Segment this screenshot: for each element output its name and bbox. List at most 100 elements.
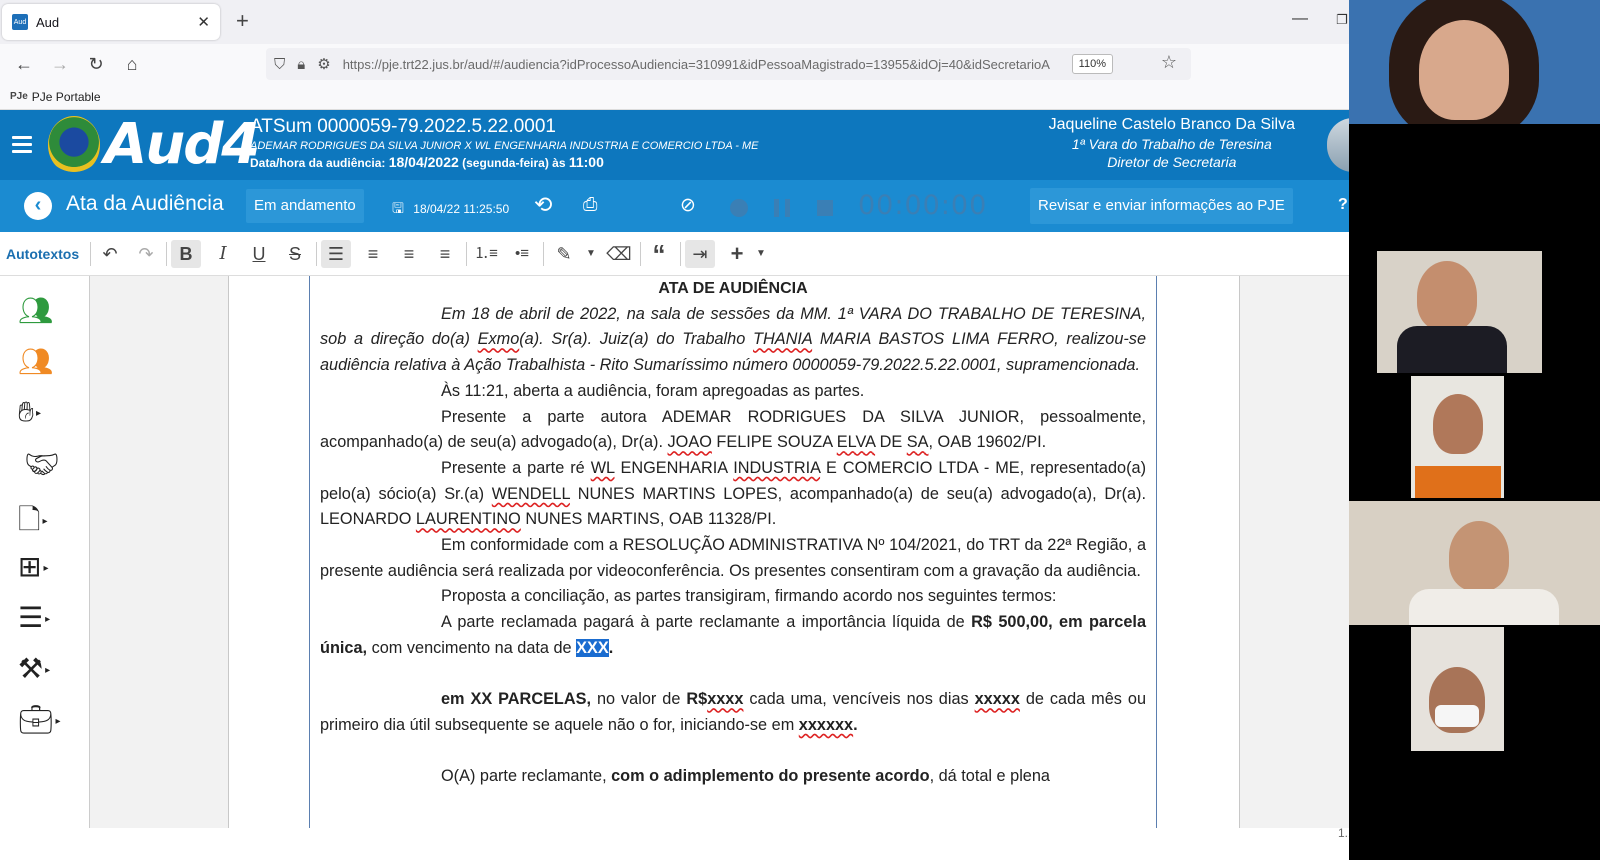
video-tile-5[interactable] bbox=[1411, 627, 1504, 751]
handshake-icon[interactable]: 🤝︎ bbox=[24, 448, 74, 484]
back-button[interactable]: ‹ bbox=[24, 192, 52, 220]
minimize-icon[interactable]: — bbox=[1292, 10, 1308, 28]
status-badge[interactable]: Em andamento bbox=[246, 189, 364, 223]
empty-line bbox=[320, 662, 1146, 688]
paragraph: O(A) parte reclamante, com o adimplement… bbox=[441, 767, 1050, 786]
eraser-icon[interactable]: ⌫ bbox=[604, 240, 634, 268]
history-icon[interactable]: ⟲ bbox=[534, 192, 552, 218]
url-bar[interactable]: ⛉ 🔒︎ ⚙ https://pje.trt22.jus.br/aud/#/au… bbox=[266, 48, 1191, 80]
divider bbox=[166, 242, 167, 266]
editor-toolbar: Autotextos ↶ ↷ B I U S ☰ ≡ ≡ ≡ ⒈≡ •≡ ✎ ▼… bbox=[0, 232, 1375, 276]
forward-icon[interactable]: → bbox=[42, 54, 78, 75]
align-right-icon[interactable]: ≡ bbox=[430, 240, 460, 268]
save-info[interactable]: 🖫︎ 18/04/22 11:25:50 bbox=[392, 198, 509, 222]
video-tile-1[interactable] bbox=[1349, 0, 1600, 124]
paragraph: Presente a parte autora ADEMAR RODRIGUES… bbox=[320, 407, 1146, 452]
underline-icon[interactable]: U bbox=[244, 240, 274, 268]
browser-tabbar: Aud Aud ✕ + — ❐ bbox=[0, 0, 1375, 44]
tab-title: Aud bbox=[36, 14, 60, 30]
divider bbox=[316, 242, 317, 266]
participant-mask bbox=[1435, 705, 1479, 727]
divider bbox=[640, 242, 641, 266]
video-tile-4[interactable] bbox=[1349, 501, 1600, 625]
document-icon[interactable]: 🗋 ▸ bbox=[18, 499, 68, 535]
reload-icon[interactable]: ↻ bbox=[78, 54, 114, 75]
user-name: Jaqueline Castelo Branco Da Silva bbox=[1048, 116, 1295, 133]
bold-icon[interactable]: B bbox=[171, 240, 201, 268]
permissions-icon[interactable]: ⚙ bbox=[317, 55, 330, 73]
new-tab-icon[interactable]: + bbox=[236, 8, 249, 34]
user-vara: 1ª Vara do Trabalho de Teresina bbox=[1071, 136, 1272, 152]
list-icon[interactable]: ☰ ▸ bbox=[18, 601, 68, 637]
home-icon[interactable]: ⌂ bbox=[114, 54, 150, 75]
parties-green-icon[interactable]: 👥︎ bbox=[18, 294, 68, 330]
paragraph: A parte reclamada pagará à parte reclama… bbox=[320, 613, 1146, 657]
url-text[interactable]: https://pje.trt22.jus.br/aud/#/audiencia… bbox=[343, 57, 1093, 72]
stop-button[interactable] bbox=[817, 200, 833, 216]
process-info: ATSum 0000059-79.2022.5.22.0001 ADEMAR R… bbox=[250, 116, 759, 170]
paragraph: Proposta a conciliação, as partes transi… bbox=[441, 587, 1057, 606]
video-tile-3[interactable] bbox=[1411, 376, 1504, 498]
medical-kit-icon[interactable]: ⊞ ▸ bbox=[18, 550, 68, 586]
chevron-down-icon[interactable]: ▼ bbox=[576, 240, 606, 268]
back-icon[interactable]: ← bbox=[6, 54, 42, 75]
zoom-indicator[interactable]: 110% bbox=[1071, 54, 1113, 74]
selected-text: XXX bbox=[576, 638, 609, 657]
hand-icon[interactable]: ✋︎ ▸ bbox=[18, 396, 68, 432]
paragraph: Presente a parte ré WL ENGENHARIA INDUST… bbox=[320, 458, 1146, 529]
pause-button[interactable] bbox=[774, 199, 790, 217]
participant-vest bbox=[1415, 466, 1501, 498]
recording-timer: 00:00:00 bbox=[858, 190, 988, 221]
weekday: (segunda-feira) às bbox=[462, 156, 566, 170]
chevron-down-icon[interactable]: ▼ bbox=[746, 240, 776, 268]
review-send-button[interactable]: Revisar e enviar informações ao PJE bbox=[1030, 188, 1293, 224]
video-off-icon[interactable]: ⊘ bbox=[680, 194, 696, 217]
undo-icon[interactable]: ↶ bbox=[95, 240, 125, 268]
gavel-icon[interactable]: ⚒︎ ▸ bbox=[18, 652, 68, 688]
bottom-bar bbox=[0, 828, 1393, 860]
date-value: 18/04/2022 bbox=[388, 154, 459, 170]
divider bbox=[90, 242, 91, 266]
participant-face bbox=[1417, 261, 1477, 331]
aud-favicon-icon: Aud bbox=[12, 14, 28, 30]
autotextos-button[interactable]: Autotextos bbox=[6, 246, 79, 262]
app-header: Aud4 ATSum 0000059-79.2022.5.22.0001 ADE… bbox=[0, 110, 1375, 180]
divider bbox=[466, 242, 467, 266]
divider bbox=[543, 242, 544, 266]
browser-tab[interactable]: Aud Aud ✕ bbox=[2, 4, 220, 40]
menu-icon[interactable] bbox=[12, 136, 32, 154]
paragraph: Em 18 de abril de 2022, na sala de sessõ… bbox=[320, 304, 1146, 375]
print-icon[interactable]: ⎙ bbox=[583, 194, 597, 215]
participant-suit bbox=[1397, 326, 1507, 373]
align-left-icon[interactable]: ≡ bbox=[358, 240, 388, 268]
document-title: ATA DE AUDIÊNCIA bbox=[658, 280, 808, 297]
align-justify-icon[interactable]: ☰ bbox=[321, 240, 351, 268]
save-icon[interactable]: 🖫︎ bbox=[392, 200, 404, 216]
close-tab-icon[interactable]: ✕ bbox=[197, 13, 210, 31]
bookmark-star-icon[interactable]: ☆ bbox=[1161, 52, 1177, 73]
shield-icon: ⛉ bbox=[274, 55, 286, 73]
italic-icon[interactable]: I bbox=[208, 240, 238, 268]
record-button[interactable] bbox=[730, 199, 748, 217]
paragraph: em XX PARCELAS, no valor de R$xxxx cada … bbox=[320, 690, 1146, 734]
redo-icon[interactable]: ↷ bbox=[131, 240, 161, 268]
quote-icon[interactable]: “ bbox=[644, 240, 674, 268]
parties-orange-icon[interactable]: 👥︎ bbox=[18, 345, 68, 381]
numbered-list-icon[interactable]: ⒈≡ bbox=[471, 240, 501, 268]
help-icon[interactable]: ? bbox=[1338, 196, 1348, 214]
briefcase-icon[interactable]: 💼︎ ▸ bbox=[18, 703, 68, 739]
highlight-icon[interactable]: ✎ bbox=[549, 240, 579, 268]
pje-bookmark-icon: PJe bbox=[10, 91, 28, 102]
saved-timestamp: 18/04/22 11:25:50 bbox=[413, 202, 510, 216]
video-tile-2[interactable] bbox=[1377, 251, 1542, 373]
indent-icon[interactable]: ⇥ bbox=[685, 240, 715, 268]
align-center-icon[interactable]: ≡ bbox=[394, 240, 424, 268]
strikethrough-icon[interactable]: S bbox=[280, 240, 310, 268]
document-body[interactable]: ATA DE AUDIÊNCIA Em 18 de abril de 2022,… bbox=[320, 276, 1146, 790]
browser-navbar: ← → ↻ ⌂ ⛉ 🔒︎ ⚙ https://pje.trt22.jus.br/… bbox=[0, 44, 1375, 115]
restore-icon[interactable]: ❐ bbox=[1336, 12, 1348, 28]
ata-subbar: ‹ Ata da Audiência Em andamento 🖫︎ 18/04… bbox=[0, 180, 1375, 232]
bookmark-pje-portable[interactable]: PJe Portable bbox=[32, 90, 101, 104]
document-page: ATA DE AUDIÊNCIA Em 18 de abril de 2022,… bbox=[228, 276, 1240, 828]
bullet-list-icon[interactable]: •≡ bbox=[507, 240, 537, 268]
